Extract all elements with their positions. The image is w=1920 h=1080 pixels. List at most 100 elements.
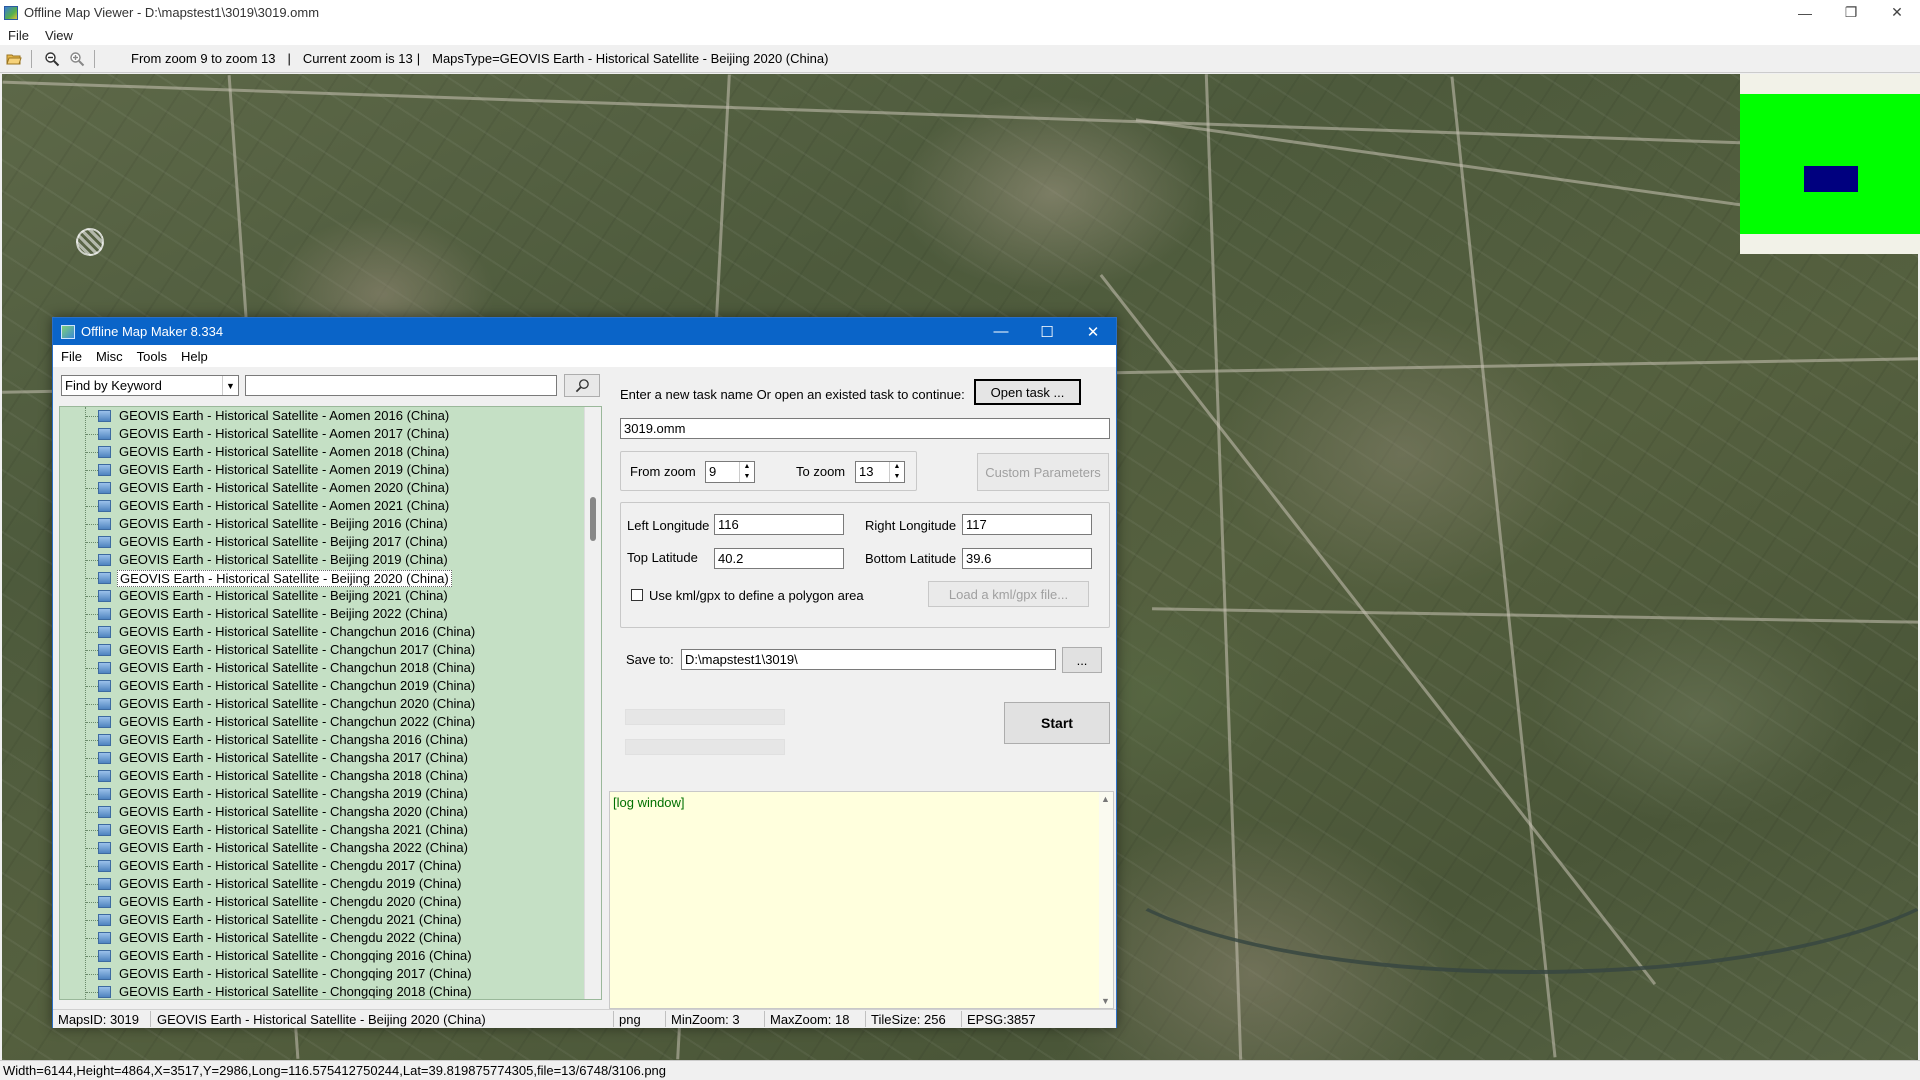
close-icon[interactable]: ✕ xyxy=(1070,318,1116,345)
chevron-down-icon[interactable]: ▼ xyxy=(222,376,238,395)
tree-item-label: GEOVIS Earth - Historical Satellite - Be… xyxy=(119,606,448,621)
zoom-out-icon[interactable] xyxy=(41,48,63,70)
search-mode-dropdown[interactable]: Find by Keyword ▼ xyxy=(61,375,239,396)
tree-item[interactable]: GEOVIS Earth - Historical Satellite - Ch… xyxy=(60,749,580,767)
tree-item[interactable]: GEOVIS Earth - Historical Satellite - Be… xyxy=(60,551,580,569)
load-kml-button[interactable]: Load a kml/gpx file... xyxy=(928,581,1089,607)
overview-viewport[interactable] xyxy=(1804,166,1858,192)
top-latitude-label: Top Latitude xyxy=(627,550,698,565)
restore-icon[interactable]: ❐ xyxy=(1828,0,1874,25)
save-path-input[interactable] xyxy=(681,649,1056,670)
tree-guide-line xyxy=(86,758,98,759)
tree-item-label: GEOVIS Earth - Historical Satellite - Ch… xyxy=(119,912,462,927)
status-max-zoom: MaxZoom: 18 xyxy=(770,1012,850,1027)
tree-item[interactable]: GEOVIS Earth - Historical Satellite - Ch… xyxy=(60,929,580,947)
tree-item[interactable]: GEOVIS Earth - Historical Satellite - Ch… xyxy=(60,731,580,749)
close-icon[interactable]: ✕ xyxy=(1874,0,1920,25)
tree-item[interactable]: GEOVIS Earth - Historical Satellite - Be… xyxy=(60,605,580,623)
map-layer-icon xyxy=(98,734,111,746)
custom-parameters-button[interactable]: Custom Parameters xyxy=(977,453,1109,491)
search-icon xyxy=(575,379,589,393)
top-latitude-input[interactable] xyxy=(714,548,844,569)
left-longitude-input[interactable] xyxy=(714,514,844,535)
tree-guide-line xyxy=(86,542,98,543)
tree-item[interactable]: GEOVIS Earth - Historical Satellite - Ch… xyxy=(60,965,580,983)
tree-item[interactable]: GEOVIS Earth - Historical Satellite - Be… xyxy=(60,587,580,605)
log-scrollbar[interactable]: ▲ ▼ xyxy=(1099,792,1113,1008)
tree-item[interactable]: GEOVIS Earth - Historical Satellite - Ao… xyxy=(60,479,580,497)
tree-item[interactable]: GEOVIS Earth - Historical Satellite - Ch… xyxy=(60,677,580,695)
kml-checkbox-label[interactable]: Use kml/gpx to define a polygon area xyxy=(649,588,864,603)
tree-item-label: GEOVIS Earth - Historical Satellite - Ch… xyxy=(119,750,468,765)
menu-view[interactable]: View xyxy=(37,28,81,43)
scroll-up-icon[interactable]: ▲ xyxy=(1101,794,1110,804)
tree-item[interactable]: GEOVIS Earth - Historical Satellite - Ch… xyxy=(60,983,580,999)
tree-scroll-thumb[interactable] xyxy=(590,497,596,541)
tree-item[interactable]: GEOVIS Earth - Historical Satellite - Ao… xyxy=(60,497,580,515)
overview-minimap[interactable] xyxy=(1740,74,1920,254)
maker-menu-file[interactable]: File xyxy=(53,349,88,364)
browse-button[interactable]: ... xyxy=(1062,647,1102,673)
to-zoom-spinner[interactable]: 13 ▲ ▼ xyxy=(855,461,905,483)
tree-item[interactable]: GEOVIS Earth - Historical Satellite - Be… xyxy=(60,515,580,533)
open-folder-icon[interactable] xyxy=(3,48,25,70)
task-name-input[interactable] xyxy=(620,418,1110,439)
log-window[interactable]: [log window] ▲ ▼ xyxy=(609,791,1114,1009)
tree-item[interactable]: GEOVIS Earth - Historical Satellite - Ch… xyxy=(60,785,580,803)
open-task-button[interactable]: Open task ... xyxy=(974,379,1081,405)
tree-item[interactable]: GEOVIS Earth - Historical Satellite - Ch… xyxy=(60,947,580,965)
tree-item[interactable]: GEOVIS Earth - Historical Satellite - Ch… xyxy=(60,821,580,839)
maker-menu-help[interactable]: Help xyxy=(173,349,214,364)
bottom-latitude-input[interactable] xyxy=(962,548,1092,569)
tree-item[interactable]: GEOVIS Earth - Historical Satellite - Ch… xyxy=(60,623,580,641)
maker-menu-misc[interactable]: Misc xyxy=(88,349,129,364)
map-layer-icon xyxy=(98,716,111,728)
tree-item[interactable]: GEOVIS Earth - Historical Satellite - Ao… xyxy=(60,443,580,461)
tree-item[interactable]: GEOVIS Earth - Historical Satellite - Ch… xyxy=(60,713,580,731)
from-zoom-label: From zoom xyxy=(630,464,696,479)
maker-menu-tools[interactable]: Tools xyxy=(129,349,173,364)
tree-item[interactable]: GEOVIS Earth - Historical Satellite - Ch… xyxy=(60,857,580,875)
right-longitude-input[interactable] xyxy=(962,514,1092,535)
spin-down-icon[interactable]: ▼ xyxy=(894,472,901,482)
menu-file[interactable]: File xyxy=(0,28,37,43)
maximize-icon[interactable]: ☐ xyxy=(1024,318,1070,345)
tree-item[interactable]: GEOVIS Earth - Historical Satellite - Ch… xyxy=(60,659,580,677)
map-river xyxy=(1082,714,1918,974)
tree-item[interactable]: GEOVIS Earth - Historical Satellite - Ch… xyxy=(60,695,580,713)
start-button[interactable]: Start xyxy=(1004,702,1110,744)
keyword-input[interactable] xyxy=(245,375,557,396)
spin-up-icon[interactable]: ▲ xyxy=(894,462,901,472)
kml-checkbox[interactable] xyxy=(631,589,643,601)
tree-item[interactable]: GEOVIS Earth - Historical Satellite - Be… xyxy=(60,533,580,551)
zoom-in-icon[interactable] xyxy=(66,48,88,70)
spin-down-icon[interactable]: ▼ xyxy=(744,472,751,482)
tree-item[interactable]: GEOVIS Earth - Historical Satellite - Be… xyxy=(60,569,580,587)
tree-item[interactable]: GEOVIS Earth - Historical Satellite - Ch… xyxy=(60,839,580,857)
tree-guide-line xyxy=(86,992,98,993)
viewer-title: Offline Map Viewer - D:\mapstest1\3019\3… xyxy=(24,5,320,20)
maps-type-text: MapsType=GEOVIS Earth - Historical Satel… xyxy=(432,51,829,66)
right-longitude-label: Right Longitude xyxy=(865,518,957,533)
tree-item[interactable]: GEOVIS Earth - Historical Satellite - Ch… xyxy=(60,803,580,821)
tree-item[interactable]: GEOVIS Earth - Historical Satellite - Ch… xyxy=(60,893,580,911)
from-zoom-spinner[interactable]: 9 ▲ ▼ xyxy=(705,461,755,483)
tree-item[interactable]: GEOVIS Earth - Historical Satellite - Ao… xyxy=(60,407,580,425)
scroll-down-icon[interactable]: ▼ xyxy=(1101,996,1110,1006)
tree-item[interactable]: GEOVIS Earth - Historical Satellite - Ch… xyxy=(60,641,580,659)
tree-item[interactable]: GEOVIS Earth - Historical Satellite - Ch… xyxy=(60,767,580,785)
map-layer-icon xyxy=(98,878,111,890)
tree-item[interactable]: GEOVIS Earth - Historical Satellite - Ao… xyxy=(60,425,580,443)
map-layer-icon xyxy=(98,752,111,764)
minimize-icon[interactable]: — xyxy=(978,318,1024,345)
tree-item[interactable]: GEOVIS Earth - Historical Satellite - Ch… xyxy=(60,875,580,893)
minimize-icon[interactable]: — xyxy=(1782,0,1828,25)
tree-item[interactable]: GEOVIS Earth - Historical Satellite - Ch… xyxy=(60,911,580,929)
tree-item[interactable]: GEOVIS Earth - Historical Satellite - Ao… xyxy=(60,461,580,479)
search-button[interactable] xyxy=(564,374,600,397)
maps-tree[interactable]: GEOVIS Earth - Historical Satellite - Ao… xyxy=(59,406,602,1000)
tree-item-label: GEOVIS Earth - Historical Satellite - Be… xyxy=(119,534,448,549)
tree-scrollbar[interactable] xyxy=(584,407,601,999)
tree-item-label: GEOVIS Earth - Historical Satellite - Ch… xyxy=(119,840,468,855)
spin-up-icon[interactable]: ▲ xyxy=(744,462,751,472)
